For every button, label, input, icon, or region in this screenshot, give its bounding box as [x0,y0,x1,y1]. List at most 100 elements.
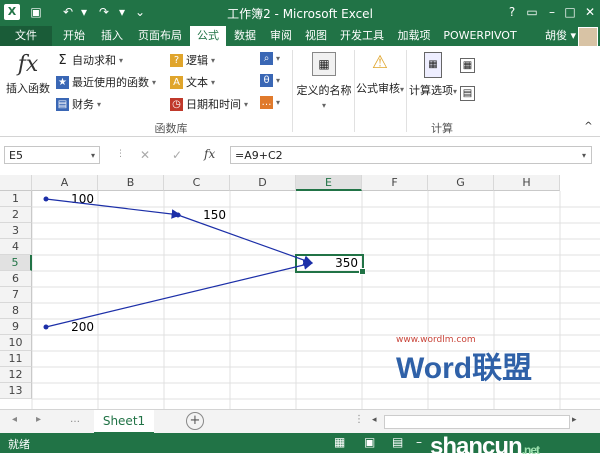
column-header-d[interactable]: D [230,175,296,191]
maximize-icon[interactable]: □ [560,3,580,21]
lookup-button[interactable]: ⌕ ▾ [260,52,280,65]
minimize-icon[interactable]: – [542,3,562,21]
tab-insert[interactable]: 插入 [94,26,130,46]
insert-function-button[interactable]: fx 插入函数 [6,52,50,96]
tab-home[interactable]: 开始 [56,26,92,46]
tab-file[interactable]: 文件 [0,26,52,46]
tab-data[interactable]: 数据 [228,26,262,46]
warning-icon: ⚠ [371,52,389,73]
cell-e5[interactable]: 350 [296,256,358,272]
row-header-6[interactable]: 6 [0,271,32,287]
group-label-function-library: 函数库 [154,122,188,135]
name-tag-icon: ▦ [312,52,336,76]
scroll-right-icon[interactable]: ▸ [572,415,582,427]
cancel-icon[interactable]: ✕ [140,148,150,162]
title-bar: X ▣ ↶ ▾ ↷ ▾ ⌄ 工作簿2 - Microsoft Excel ? ▭… [0,0,600,26]
recent-functions-button[interactable]: ★ 最近使用的函数 ▾ [56,74,156,90]
row-header-8[interactable]: 8 [0,303,32,319]
row-header-9[interactable]: 9 [0,319,32,335]
ribbon-separator [354,50,355,132]
cell-a9[interactable]: 200 [32,320,94,336]
tab-more-icon[interactable]: … [70,414,80,425]
row-header-5[interactable]: 5 [0,255,32,271]
close-icon[interactable]: ✕ [580,3,600,21]
column-header-c[interactable]: C [164,175,230,191]
tab-page-layout[interactable]: 页面布局 [132,26,188,46]
name-box[interactable]: E5 ▾ [4,146,100,164]
row-header-12[interactable]: 12 [0,367,32,383]
text-button[interactable]: A 文本 ▾ [170,74,215,90]
row-header-13[interactable]: 13 [0,383,32,399]
ribbon-tabs: 文件 开始 插入 页面布局 公式 数据 审阅 视图 开发工具 加载项 POWER… [0,26,600,47]
cell-c2[interactable]: 150 [164,208,226,224]
tab-formulas[interactable]: 公式 [190,26,226,46]
logical-button[interactable]: ? 逻辑 ▾ [170,52,215,68]
status-ready: 就绪 [8,438,30,451]
ribbon-separator [406,50,407,132]
cell-a1[interactable]: 100 [32,192,94,208]
financial-button[interactable]: ▤ 财务 ▾ [56,96,101,112]
scroll-left-icon[interactable]: ◂ [372,415,382,427]
column-header-e[interactable]: E [296,175,362,191]
page-break-view-icon[interactable]: ▤ [392,435,403,449]
grip-icon[interactable]: ⋮ [116,149,125,159]
row-header-3[interactable]: 3 [0,223,32,239]
add-sheet-icon[interactable]: + [186,412,204,430]
status-bar: 就绪 ▦ ▣ ▤ – shancun.net [0,433,600,460]
sheet-calc-icon: ▤ [460,86,475,101]
lookup-icon: ⌕ [260,52,273,65]
ribbon-separator [292,50,293,132]
row-header-1[interactable]: 1 [0,191,32,207]
avatar[interactable] [578,27,598,47]
datetime-button[interactable]: ◷ 日期和时间 ▾ [170,96,248,112]
ribbon-display-icon[interactable]: ▭ [522,3,542,21]
horizontal-scrollbar[interactable] [384,415,570,429]
split-handle-icon[interactable]: ⋮ [354,414,364,425]
column-header-a[interactable]: A [32,175,98,191]
row-header-11[interactable]: 11 [0,351,32,367]
autosum-button[interactable]: Σ 自动求和 ▾ [56,52,123,68]
defined-names-button[interactable]: ▦ 定义的名称▾ [296,52,352,111]
enter-icon[interactable]: ✓ [172,148,182,162]
zoom-out-icon[interactable]: – [416,435,422,449]
row-header-10[interactable]: 10 [0,335,32,351]
next-sheet-icon[interactable]: ▸ [36,414,41,425]
more-functions-button[interactable]: … ▾ [260,96,280,109]
math-icon: θ [260,74,273,87]
more-functions-icon: … [260,96,273,109]
formula-input[interactable]: =A9+C2 [230,146,592,164]
calculator-small-icon: ▦ [460,58,475,73]
worksheet-grid[interactable]: A B C D E F G H 1 2 3 4 5 6 7 8 9 10 11 12 13 100 150 350 200 w… [0,175,600,409]
insert-function-icon[interactable]: fx [204,147,215,161]
page-layout-view-icon[interactable]: ▣ [364,435,375,449]
ribbon: fx 插入函数 Σ 自动求和 ▾ ★ 最近使用的函数 ▾ ▤ 财务 ▾ ? 逻辑 ▾ A… [0,46,600,137]
tab-addins[interactable]: 加载项 [392,26,436,46]
column-header-b[interactable]: B [98,175,164,191]
normal-view-icon[interactable]: ▦ [334,435,345,449]
formula-auditing-button[interactable]: ⚠ 公式审核▾ [356,52,404,96]
row-header-4[interactable]: 4 [0,239,32,255]
math-button[interactable]: θ ▾ [260,74,280,87]
tab-powerpivot[interactable]: POWERPIVOT [438,26,522,46]
calculate-now-button[interactable]: ▦ [460,58,475,73]
collapse-ribbon-icon[interactable]: ^ [582,120,595,133]
calculator-icon: ▦ [424,52,442,78]
fill-handle[interactable] [359,268,366,275]
tab-review[interactable]: 审阅 [264,26,298,46]
prev-sheet-icon[interactable]: ◂ [12,414,17,425]
column-header-h[interactable]: H [494,175,560,191]
group-label-calculation: 计算 [431,122,453,135]
column-header-g[interactable]: G [428,175,494,191]
column-header-f[interactable]: F [362,175,428,191]
row-header-2[interactable]: 2 [0,207,32,223]
tab-developer[interactable]: 开发工具 [334,26,390,46]
expand-formula-icon[interactable]: ▾ [582,151,586,160]
tab-view[interactable]: 视图 [300,26,332,46]
calculation-options-button[interactable]: ▦ 计算选项▾ [408,52,458,98]
calculate-sheet-button[interactable]: ▤ [460,86,475,101]
user-name[interactable]: 胡俊 ▾ [545,26,576,46]
select-all-corner[interactable] [0,175,32,191]
row-header-7[interactable]: 7 [0,287,32,303]
sheet-tab-sheet1[interactable]: Sheet1 [94,410,154,434]
help-button[interactable]: ? [502,3,522,21]
